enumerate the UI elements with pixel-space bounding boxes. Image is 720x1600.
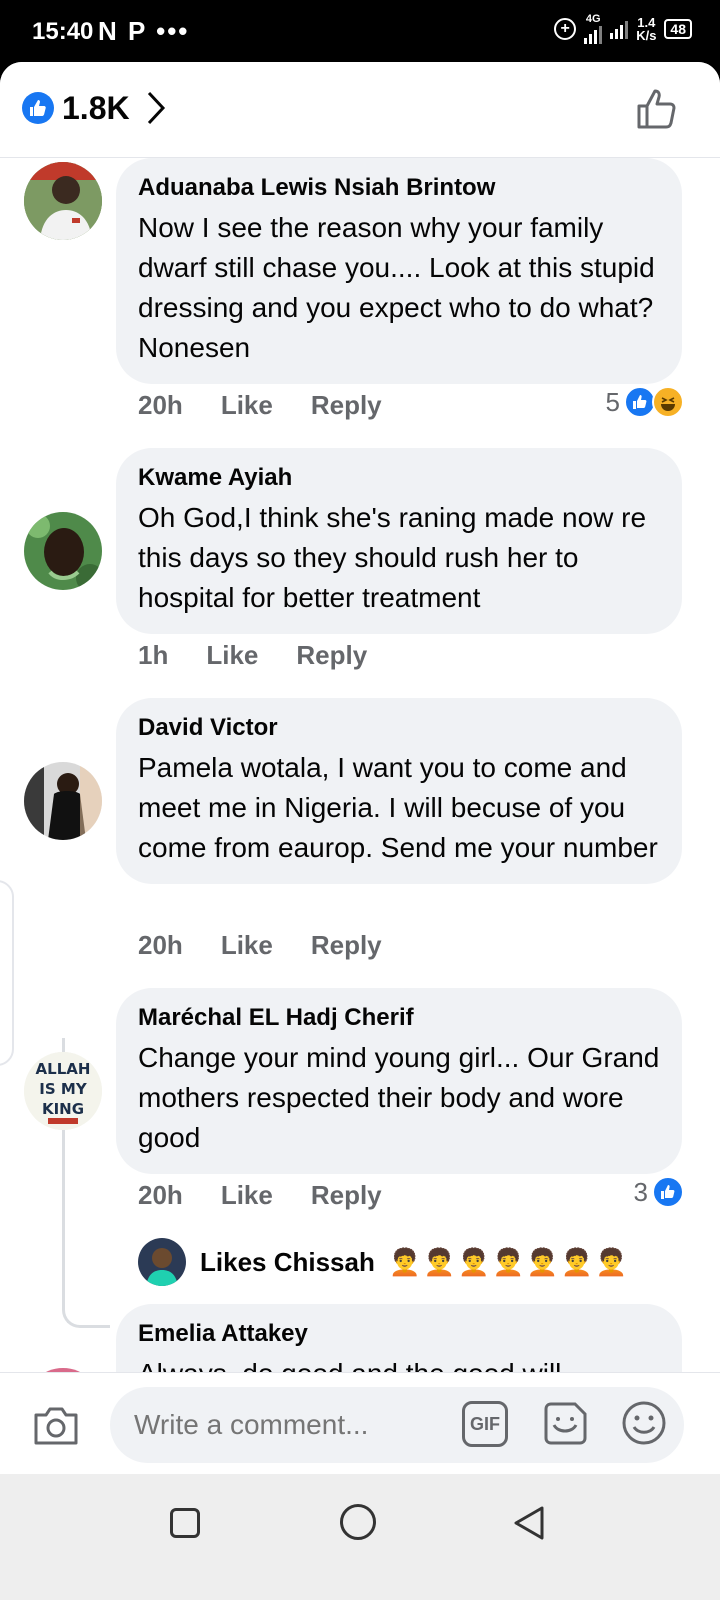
battery-icon: 48 (664, 19, 692, 39)
like-button[interactable]: Like (221, 1180, 273, 1211)
comment-text: Oh God,I think she's raning made now re … (138, 502, 647, 613)
comment-bubble[interactable]: Maréchal EL Hadj Cherif Change your mind… (116, 988, 682, 1174)
data-saver-icon: + (554, 18, 577, 40)
reaction-count: 5 (605, 386, 620, 417)
gif-button[interactable]: GIF (462, 1401, 508, 1447)
avatar[interactable] (24, 512, 102, 590)
system-nav-bar (0, 1474, 720, 1600)
avatar[interactable]: ALLAH IS MY KING (24, 1052, 102, 1130)
status-time: 15:40 (32, 18, 94, 45)
reply-author[interactable]: Likes Chissah (200, 1247, 375, 1278)
reply-preview[interactable]: Likes Chissah 🧑‍🦱🧑‍🦱🧑‍🦱🧑‍🦱🧑‍🦱🧑‍🦱🧑‍🦱 (138, 1238, 629, 1286)
comment-time: 20h (138, 1180, 183, 1210)
comment-author[interactable]: David Victor (138, 714, 660, 742)
chevron-right-icon[interactable] (146, 90, 166, 126)
like-reaction-icon (652, 1176, 684, 1208)
reply-button[interactable]: Reply (296, 640, 367, 671)
reply-button[interactable]: Reply (311, 390, 382, 421)
comment-bubble[interactable]: David Victor Pamela wotala, I want you t… (116, 698, 682, 884)
comment-text: Pamela wotala, I want you to come and me… (138, 752, 658, 863)
comment-author[interactable]: Maréchal EL Hadj Cherif (138, 1004, 660, 1032)
comment-input[interactable] (134, 1405, 454, 1445)
comment-time: 20h (138, 930, 183, 960)
svg-text:KING: KING (42, 1100, 84, 1118)
comment-text: Change your mind young girl... Our Grand… (138, 1042, 660, 1153)
comment-time: 1h (138, 640, 169, 670)
comment-author[interactable]: Kwame Ayiah (138, 464, 660, 492)
back-icon[interactable] (512, 1504, 546, 1542)
emoji-icon[interactable] (620, 1399, 668, 1447)
sticker-icon[interactable] (540, 1399, 590, 1451)
side-handle[interactable] (0, 880, 14, 1066)
haha-reaction-icon (652, 386, 684, 418)
svg-text:IS MY: IS MY (39, 1080, 88, 1098)
like-button[interactable]: Like (221, 930, 273, 961)
comment-bubble[interactable]: Aduanaba Lewis Nsiah Brintow Now I see t… (116, 158, 682, 384)
comment-list: Aduanaba Lewis Nsiah Brintow Now I see t… (0, 158, 720, 1466)
like-button[interactable]: Like (206, 640, 258, 671)
reaction-summary[interactable]: 5 (606, 386, 684, 418)
recents-button[interactable] (170, 1508, 200, 1538)
comment-actions: 1h Like Reply (138, 640, 367, 671)
avatar[interactable] (138, 1238, 186, 1286)
comment-actions: 20h Like Reply (138, 930, 382, 961)
comment-actions: 20h Like Reply (138, 1180, 382, 1211)
avatar[interactable] (24, 162, 102, 240)
thumbs-up-outline-icon[interactable] (636, 88, 678, 130)
like-count[interactable]: 1.8K (62, 90, 130, 127)
network-speed: 1.4 K/s (636, 15, 657, 43)
reaction-count: 3 (633, 1176, 648, 1207)
reaction-summary[interactable]: 3 (634, 1176, 684, 1208)
comment-time: 20h (138, 390, 183, 420)
reply-button[interactable]: Reply (311, 930, 382, 961)
status-bar: 15:40 N P ••• + 4G 1.4 K/s 48 (0, 0, 720, 64)
comment-author[interactable]: Aduanaba Lewis Nsiah Brintow (138, 174, 660, 202)
comment-author[interactable]: Emelia Attakey (138, 1320, 660, 1348)
like-icon[interactable] (22, 92, 54, 124)
signal-2-icon (610, 19, 629, 39)
avatar[interactable] (24, 762, 102, 840)
comment-bubble[interactable]: Kwame Ayiah Oh God,I think she's raning … (116, 448, 682, 634)
comment-composer: GIF (0, 1372, 720, 1476)
comment-text: Now I see the reason why your family dwa… (138, 212, 655, 363)
camera-icon[interactable] (32, 1405, 80, 1447)
comment-actions: 20h Like Reply (138, 390, 382, 421)
status-right: + 4G 1.4 K/s 48 (554, 14, 692, 44)
notification-icons: N P ••• (98, 16, 190, 46)
reply-button[interactable]: Reply (311, 1180, 382, 1211)
comment-input-box[interactable]: GIF (110, 1387, 684, 1463)
svg-text:ALLAH: ALLAH (36, 1060, 91, 1078)
reactions-header: 1.8K (0, 62, 720, 158)
comments-sheet: 1.8K Aduanaba Lewis Nsiah Brintow Now I … (0, 62, 720, 1502)
reply-text: 🧑‍🦱🧑‍🦱🧑‍🦱🧑‍🦱🧑‍🦱🧑‍🦱🧑‍🦱 (388, 1246, 630, 1277)
home-button[interactable] (340, 1504, 376, 1540)
like-button[interactable]: Like (221, 390, 273, 421)
signal-icon: 4G (584, 14, 603, 44)
